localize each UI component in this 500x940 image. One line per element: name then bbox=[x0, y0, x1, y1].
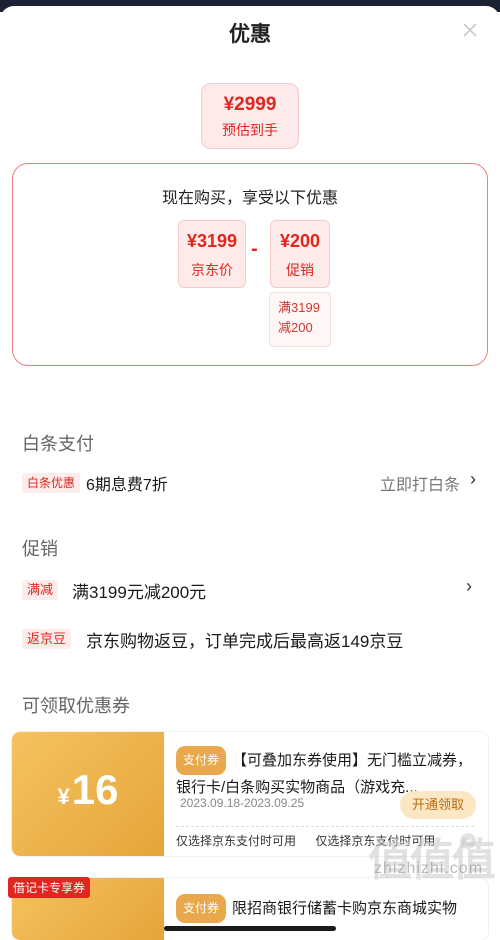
home-indicator bbox=[164, 926, 336, 931]
page-title: 优惠 bbox=[229, 23, 271, 46]
promo-tag-jingdou: 返京豆 bbox=[22, 629, 72, 649]
discount-calculation-box: 现在购买，享受以下优惠 ¥3199 京东价 - ¥200 促销 满3199 减2… bbox=[12, 163, 488, 366]
promo-section-title: 促销 bbox=[22, 539, 58, 559]
discount-condition: 满3199 减200 bbox=[269, 292, 331, 347]
claim-coupon-button[interactable]: 开通领取 bbox=[400, 791, 476, 819]
coupon-desc-text: 限招商银行储蓄卡购京东商城实物 bbox=[232, 900, 458, 917]
condition-line-1: 满3199 bbox=[278, 300, 320, 315]
coupon-validity-date: 2023.09.18-2023.09.25 bbox=[180, 796, 305, 810]
coupon-amount-value: 16 bbox=[71, 766, 119, 813]
coupon-description: 支付券 限招商银行储蓄卡购京东商城实物 bbox=[176, 894, 474, 923]
estimate-price: ¥2999 bbox=[223, 94, 277, 115]
coupon-amount: ¥16 bbox=[12, 766, 164, 814]
watermark-text: zhizhizhi.com bbox=[374, 860, 484, 877]
coupon-pay-tag: 支付券 bbox=[176, 894, 227, 923]
promo-jingdou-text: 京东购物返豆，订单完成后最高返149京豆 bbox=[86, 632, 404, 651]
condition-line-2: 减200 bbox=[278, 320, 313, 335]
base-price-chip: ¥3199 京东价 bbox=[178, 220, 246, 288]
baitiao-tag: 白条优惠 bbox=[22, 473, 81, 493]
baitiao-section-title: 白条支付 bbox=[22, 434, 94, 454]
debit-card-badge: 借记卡专享券 bbox=[8, 877, 91, 898]
watermark-logo: 值值值 bbox=[368, 836, 496, 885]
promo-full-reduction-text[interactable]: 满3199元减200元 bbox=[72, 578, 206, 603]
coupons-section-title: 可领取优惠券 bbox=[22, 696, 130, 716]
coupon-currency: ¥ bbox=[57, 784, 70, 809]
promo-chevron-icon[interactable]: › bbox=[466, 576, 472, 597]
close-icon[interactable] bbox=[456, 16, 484, 44]
baitiao-action-link[interactable]: 立即打白条 bbox=[380, 471, 460, 495]
calc-title: 现在购买，享受以下优惠 bbox=[161, 190, 338, 207]
base-price-label: 京东价 bbox=[191, 262, 233, 278]
estimate-label: 预估到手 bbox=[222, 122, 278, 138]
coupon-condition-1: 仅选择京东支付时可用 bbox=[176, 834, 297, 848]
estimate-price-badge: ¥2999 预估到手 bbox=[201, 83, 299, 149]
promo-tag-full-reduction: 满减 bbox=[22, 580, 59, 600]
coupon-pay-tag: 支付券 bbox=[176, 746, 227, 775]
baitiao-chevron-icon[interactable]: › bbox=[470, 469, 476, 490]
baitiao-offer-text: 6期息费7折 bbox=[86, 477, 168, 494]
base-price-value: ¥3199 bbox=[186, 231, 238, 251]
discount-label: 促销 bbox=[286, 262, 314, 278]
coupon-amount-panel: ¥16 bbox=[12, 732, 164, 856]
minus-operator: - bbox=[251, 238, 258, 260]
discount-value: ¥200 bbox=[279, 231, 321, 251]
discount-chip: ¥200 促销 bbox=[270, 220, 330, 288]
